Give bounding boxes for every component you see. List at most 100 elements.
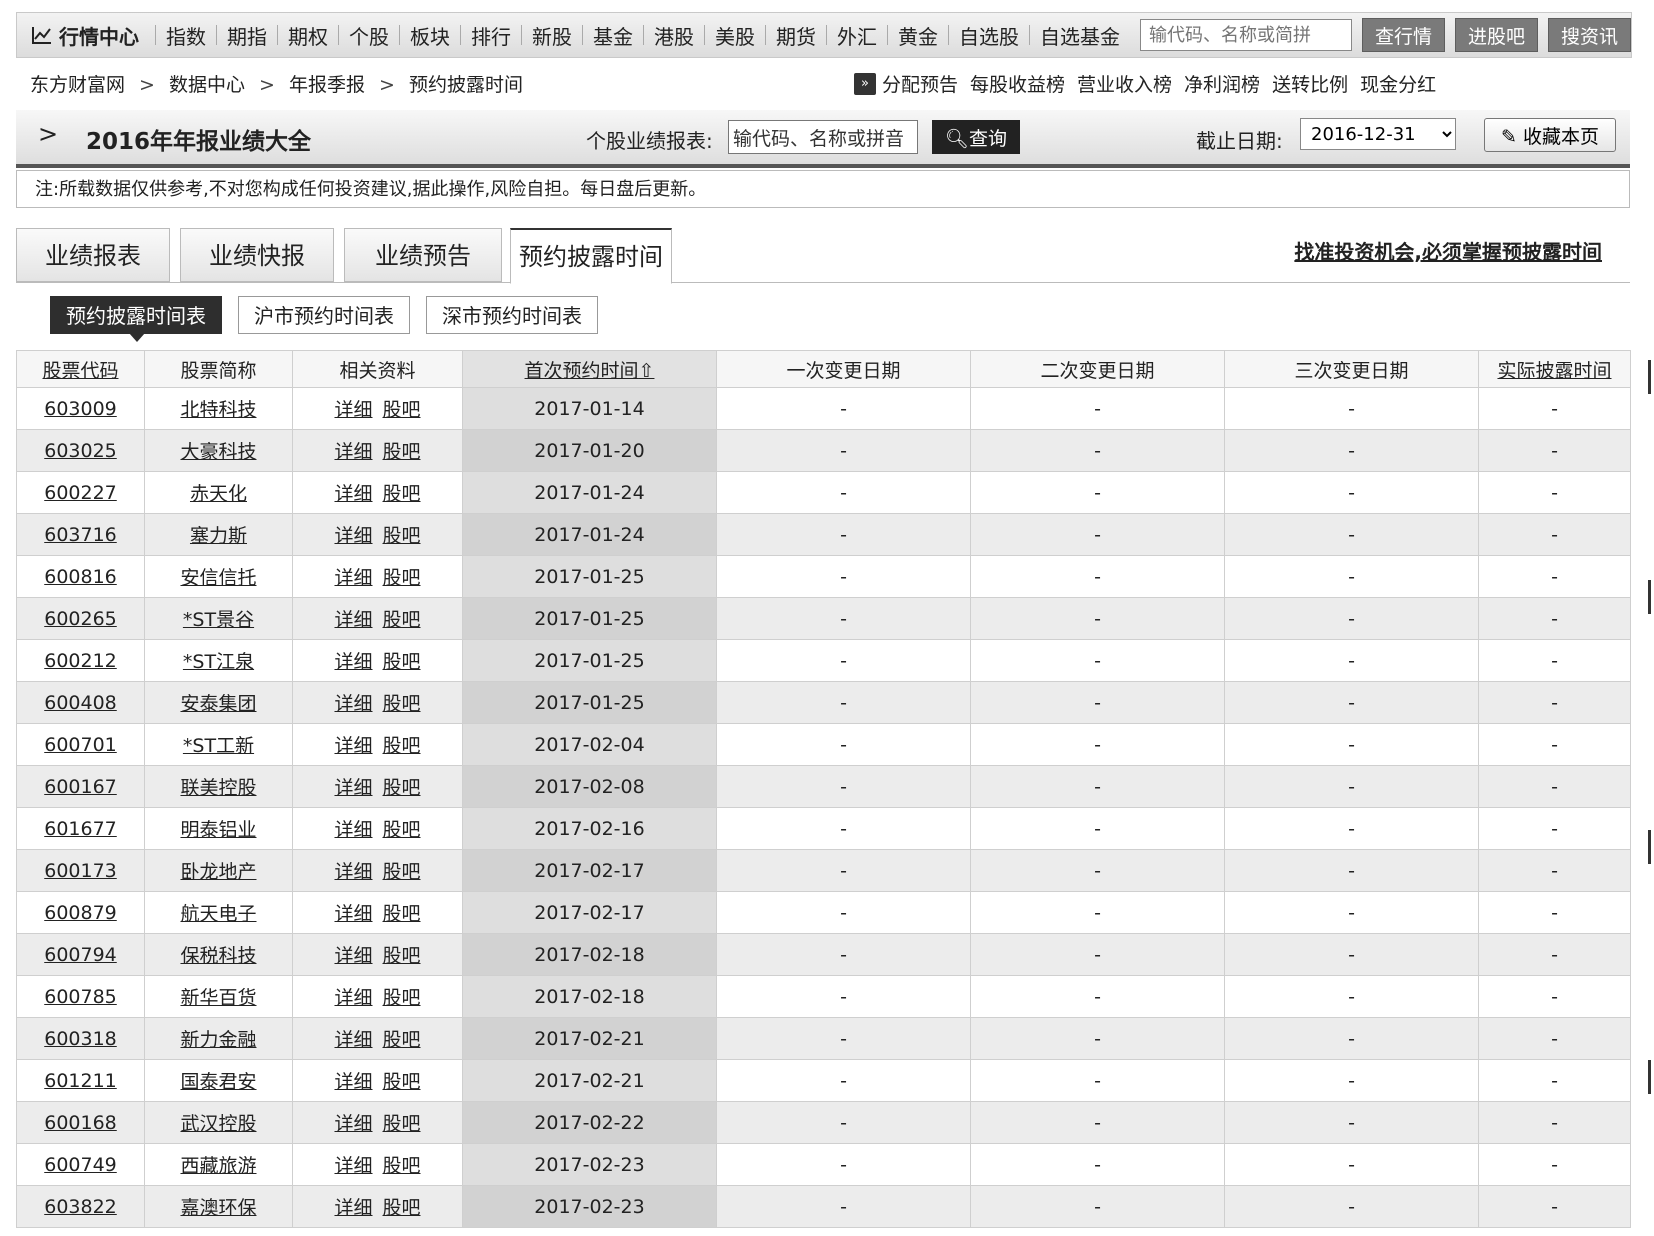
report-date-select[interactable]: 2016-12-31 [1300,118,1456,150]
stock-bar-link[interactable]: 股吧 [383,525,421,547]
stock-name-link[interactable]: 新华百货 [180,987,256,1009]
stock-code-link[interactable]: 600794 [44,944,117,966]
stock-name-link[interactable]: 赤天化 [190,483,247,505]
stock-code-link[interactable]: 601211 [44,1070,117,1092]
stock-name-link[interactable]: 嘉澳环保 [180,1197,256,1219]
stock-code-link[interactable]: 601677 [44,818,117,840]
disclosure-hint-link[interactable]: 找准投资机会,必须掌握预披露时间 [1294,236,1602,265]
stock-bar-link[interactable]: 股吧 [383,903,421,925]
stock-name-link[interactable]: 北特科技 [180,399,256,421]
col-header-actual-date[interactable]: 实际披露时间 [1478,350,1631,388]
quick-link[interactable]: 每股收益榜 [970,70,1065,97]
quick-link[interactable]: 营业收入榜 [1077,70,1172,97]
detail-link[interactable]: 详细 [334,1113,372,1135]
search-news-button[interactable]: 搜资讯 [1548,18,1632,52]
stock-code-link[interactable]: 600318 [44,1028,117,1050]
detail-link[interactable]: 详细 [334,1197,372,1219]
detail-link[interactable]: 详细 [334,609,372,631]
stock-name-link[interactable]: *ST江泉 [183,651,254,673]
market-search-input[interactable] [1139,19,1352,51]
stock-code-link[interactable]: 600408 [44,692,117,714]
market-nav-link[interactable]: 指数 [162,21,210,50]
stock-bar-link[interactable]: 股吧 [383,441,421,463]
detail-link[interactable]: 详细 [334,735,372,757]
stock-bar-link[interactable]: 股吧 [383,1029,421,1051]
breadcrumb-item[interactable]: 年报季报 [289,74,365,96]
stock-bar-link[interactable]: 股吧 [383,399,421,421]
detail-link[interactable]: 详细 [334,1071,372,1093]
stock-code-link[interactable]: 600816 [44,566,117,588]
stock-name-link[interactable]: 西藏旅游 [180,1155,256,1177]
detail-link[interactable]: 详细 [334,567,372,589]
quick-link[interactable]: 分配预告 [882,70,958,97]
stock-name-link[interactable]: 武汉控股 [180,1113,256,1135]
tab-performance-flash[interactable]: 业绩快报 [180,228,334,282]
col-header-first-date[interactable]: 首次预约时间⇧ [462,350,717,388]
stock-bar-button[interactable]: 进股吧 [1454,18,1538,52]
detail-link[interactable]: 详细 [334,819,372,841]
stock-bar-link[interactable]: 股吧 [383,567,421,589]
stock-code-link[interactable]: 600212 [44,650,117,672]
detail-link[interactable]: 详细 [334,903,372,925]
stock-name-link[interactable]: 卧龙地产 [180,861,256,883]
market-nav-link[interactable]: 期权 [284,21,332,50]
market-nav-link[interactable]: 基金 [589,21,637,50]
stock-name-link[interactable]: 塞力斯 [190,525,247,547]
detail-link[interactable]: 详细 [334,861,372,883]
stock-bar-link[interactable]: 股吧 [383,945,421,967]
stock-code-link[interactable]: 603822 [44,1196,117,1218]
stock-name-link[interactable]: 大豪科技 [180,441,256,463]
detail-link[interactable]: 详细 [334,1029,372,1051]
market-nav-link[interactable]: 黄金 [894,21,942,50]
stock-code-link[interactable]: 600749 [44,1154,117,1176]
stock-bar-link[interactable]: 股吧 [383,735,421,757]
stock-code-link[interactable]: 600785 [44,986,117,1008]
detail-link[interactable]: 详细 [334,777,372,799]
breadcrumb-item[interactable]: 数据中心 [169,74,245,96]
tab-performance-forecast[interactable]: 业绩预告 [344,228,502,282]
market-nav-link[interactable]: 期货 [772,21,820,50]
quick-link[interactable]: 送转比例 [1272,70,1348,97]
stock-bar-link[interactable]: 股吧 [383,1197,421,1219]
stock-code-link[interactable]: 600227 [44,482,117,504]
stock-name-link[interactable]: 新力金融 [180,1029,256,1051]
stock-name-link[interactable]: 安泰集团 [180,693,256,715]
market-nav-link[interactable]: 外汇 [833,21,881,50]
tab-performance-report[interactable]: 业绩报表 [16,228,170,282]
stock-name-link[interactable]: 航天电子 [180,903,256,925]
market-nav-link[interactable]: 个股 [345,21,393,50]
quick-link[interactable]: 现金分红 [1360,70,1436,97]
detail-link[interactable]: 详细 [334,399,372,421]
stock-bar-link[interactable]: 股吧 [383,1071,421,1093]
stock-bar-link[interactable]: 股吧 [383,1155,421,1177]
stock-report-input[interactable] [728,120,918,154]
stock-bar-link[interactable]: 股吧 [383,819,421,841]
quote-button[interactable]: 查行情 [1361,18,1445,52]
market-nav-link[interactable]: 排行 [467,21,515,50]
stock-bar-link[interactable]: 股吧 [383,777,421,799]
stock-name-link[interactable]: 明泰铝业 [180,819,256,841]
col-header-code[interactable]: 股票代码 [16,350,145,388]
stock-bar-link[interactable]: 股吧 [383,987,421,1009]
stock-bar-link[interactable]: 股吧 [383,693,421,715]
stock-name-link[interactable]: 国泰君安 [180,1071,256,1093]
stock-name-link[interactable]: *ST工新 [183,735,254,757]
stock-code-link[interactable]: 603009 [44,398,117,420]
subtab-sh-schedule[interactable]: 沪市预约时间表 [238,296,410,334]
market-nav-link[interactable]: 自选股 [955,21,1023,50]
detail-link[interactable]: 详细 [334,525,372,547]
detail-link[interactable]: 详细 [334,651,372,673]
stock-name-link[interactable]: 安信信托 [180,567,256,589]
stock-bar-link[interactable]: 股吧 [383,861,421,883]
stock-code-link[interactable]: 600265 [44,608,117,630]
market-nav-link[interactable]: 期指 [223,21,271,50]
market-nav-link[interactable]: 港股 [650,21,698,50]
detail-link[interactable]: 详细 [334,441,372,463]
stock-bar-link[interactable]: 股吧 [383,1113,421,1135]
stock-code-link[interactable]: 600173 [44,860,117,882]
stock-code-link[interactable]: 600879 [44,902,117,924]
market-nav-link[interactable]: 美股 [711,21,759,50]
detail-link[interactable]: 详细 [334,483,372,505]
detail-link[interactable]: 详细 [334,693,372,715]
subtab-sz-schedule[interactable]: 深市预约时间表 [426,296,598,334]
